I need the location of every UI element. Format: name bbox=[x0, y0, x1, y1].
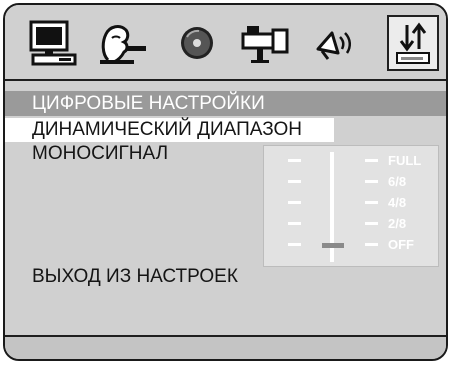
range-slider-thumb[interactable] bbox=[322, 243, 344, 248]
left-tick bbox=[288, 222, 301, 225]
settings-toolbar bbox=[5, 5, 446, 79]
section-header: ЦИФРОВЫЕ НАСТРОЙКИ bbox=[5, 91, 446, 116]
section-header-label: ЦИФРОВЫЕ НАСТРОЙКИ bbox=[32, 93, 265, 114]
level-label-2-8: 2/8 bbox=[388, 216, 407, 231]
level-label-4-8: 4/8 bbox=[388, 195, 407, 210]
right-tick bbox=[365, 180, 378, 183]
preferences-sort-icon[interactable] bbox=[387, 15, 439, 71]
toolbar-divider bbox=[5, 79, 446, 81]
level-label-6-8: 6/8 bbox=[388, 174, 407, 189]
right-tick bbox=[365, 243, 378, 246]
left-tick bbox=[288, 159, 301, 162]
video-camera-icon[interactable] bbox=[241, 15, 293, 71]
system-monitor-icon[interactable] bbox=[27, 15, 79, 71]
audio-speaker-icon[interactable] bbox=[311, 15, 363, 71]
left-tick bbox=[288, 201, 301, 204]
exit-settings-label: ВЫХОД ИЗ НАСТРОЕК bbox=[32, 266, 238, 287]
left-tick bbox=[288, 180, 301, 183]
osd-menu-window: ЦИФРОВЫЕ НАСТРОЙКИ ДИНАМИЧЕСКИЙ ДИАПАЗОН… bbox=[3, 3, 448, 361]
menu-item-mono-signal[interactable]: МОНОСИГНАЛ bbox=[5, 142, 168, 166]
right-tick bbox=[365, 201, 378, 204]
exit-settings-item[interactable]: ВЫХОД ИЗ НАСТРОЕК bbox=[5, 265, 238, 289]
left-tick bbox=[288, 243, 301, 246]
disc-icon[interactable] bbox=[171, 15, 223, 71]
dynamic-range-panel: FULL 6/8 4/8 2/8 OFF bbox=[263, 145, 439, 267]
menu-item-dynamic-range[interactable]: ДИНАМИЧЕСКИЙ ДИАПАЗОН bbox=[5, 118, 334, 142]
right-tick bbox=[365, 222, 378, 225]
level-label-off: OFF bbox=[388, 237, 414, 252]
menu-item-label: МОНОСИГНАЛ bbox=[32, 143, 169, 164]
menu-item-label: ДИНАМИЧЕСКИЙ ДИАПАЗОН bbox=[32, 119, 302, 140]
language-speaker-icon[interactable] bbox=[97, 15, 149, 71]
right-tick bbox=[365, 159, 378, 162]
status-footer bbox=[5, 337, 446, 359]
level-label-full: FULL bbox=[388, 153, 422, 168]
